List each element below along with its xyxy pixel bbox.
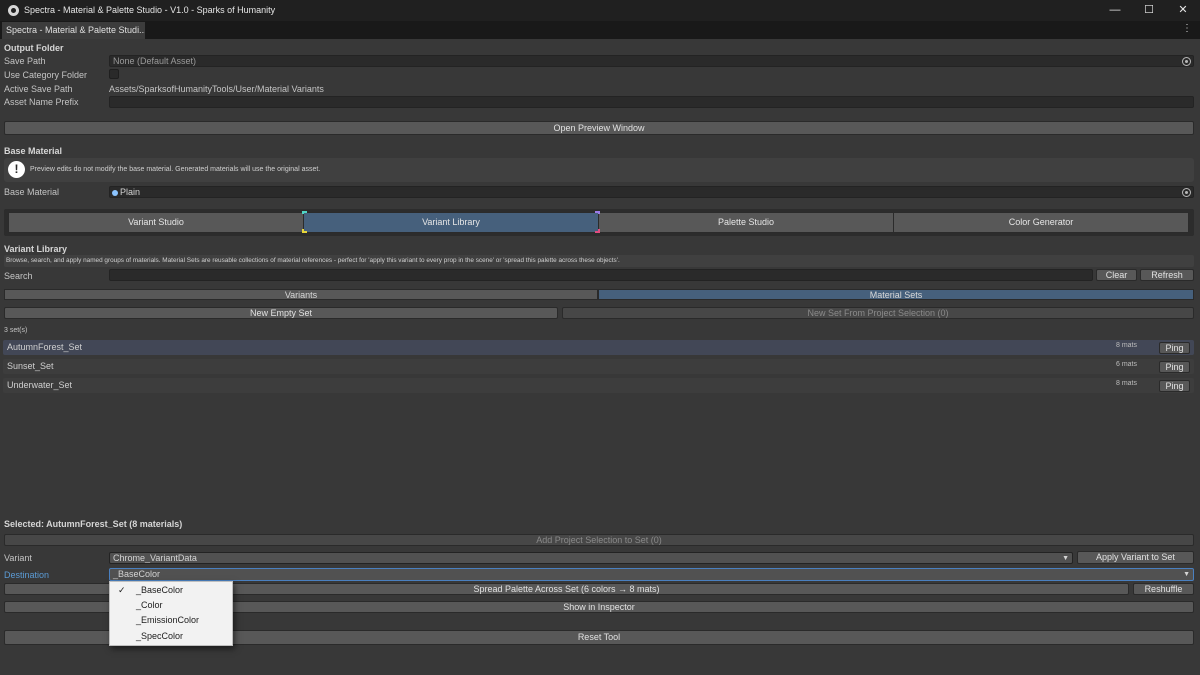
- tab-variant-library[interactable]: Variant Library: [303, 212, 599, 233]
- active-save-path-label: Active Save Path: [4, 84, 73, 94]
- option-label: _SpecColor: [136, 631, 184, 641]
- option-label: _Color: [136, 600, 163, 610]
- subtab-variants[interactable]: Variants: [4, 289, 598, 300]
- destination-value: _BaseColor: [113, 569, 161, 579]
- list-item[interactable]: Underwater_Set 8 mats Ping: [3, 378, 1194, 393]
- kebab-menu-icon[interactable]: ⋮: [1182, 23, 1192, 34]
- base-material-field[interactable]: Plain: [109, 186, 1194, 198]
- editor-tab[interactable]: Spectra - Material & Palette Studi...: [2, 22, 145, 39]
- variant-dropdown[interactable]: Chrome_VariantData ▼: [109, 552, 1073, 564]
- chevron-down-icon: ▼: [1183, 571, 1190, 578]
- subtab-material-sets[interactable]: Material Sets: [598, 289, 1194, 300]
- corner-marker: [595, 229, 600, 233]
- window-title: Spectra - Material & Palette Studio - V1…: [24, 5, 276, 15]
- destination-dropdown[interactable]: _BaseColor ▼: [109, 568, 1194, 581]
- asset-prefix-input[interactable]: [109, 96, 1194, 108]
- save-path-field[interactable]: None (Default Asset): [109, 55, 1194, 67]
- tab-variant-studio[interactable]: Variant Studio: [8, 212, 304, 233]
- object-picker-icon[interactable]: [1182, 188, 1191, 197]
- variant-label: Variant: [4, 553, 32, 563]
- search-input[interactable]: [109, 269, 1093, 281]
- set-count: 8 mats: [1115, 380, 1137, 387]
- library-description: Browse, search, and apply named groups o…: [4, 255, 1194, 267]
- tab-palette-studio[interactable]: Palette Studio: [598, 212, 894, 233]
- chevron-down-icon: ▼: [1062, 555, 1069, 562]
- info-text: Preview edits do not modify the base mat…: [30, 166, 321, 173]
- set-count: 6 mats: [1115, 361, 1137, 368]
- clear-button[interactable]: Clear: [1096, 269, 1137, 281]
- base-material-value: Plain: [120, 187, 141, 197]
- list-item[interactable]: Sunset_Set 6 mats Ping: [3, 359, 1194, 374]
- destination-label: Destination: [4, 570, 50, 580]
- dropdown-option-color[interactable]: _Color: [110, 598, 232, 613]
- variant-value: Chrome_VariantData: [113, 553, 197, 563]
- checkmark-icon: ✓: [118, 585, 126, 595]
- new-set-from-selection-button[interactable]: New Set From Project Selection (0): [562, 307, 1194, 319]
- set-name: Sunset_Set: [7, 361, 54, 371]
- refresh-button[interactable]: Refresh: [1140, 269, 1194, 281]
- set-name: AutumnForest_Set: [7, 342, 83, 352]
- save-path-label: Save Path: [4, 56, 46, 66]
- destination-dropdown-menu: ✓ _BaseColor _Color _EmissionColor _Spec…: [109, 581, 233, 646]
- selected-set-heading: Selected: AutumnForest_Set (8 materials): [4, 519, 183, 529]
- use-category-label: Use Category Folder: [4, 70, 88, 80]
- add-selection-button[interactable]: Add Project Selection to Set (0): [4, 534, 1194, 546]
- editor-tab-strip: Spectra - Material & Palette Studi... ⋮: [0, 21, 1200, 39]
- dropdown-option-speccolor[interactable]: _SpecColor: [110, 629, 232, 644]
- dropdown-option-basecolor[interactable]: ✓ _BaseColor: [110, 583, 232, 598]
- save-path-value: None (Default Asset): [113, 56, 197, 66]
- info-helpbox: ! Preview edits do not modify the base m…: [4, 158, 1194, 182]
- set-count: 8 mats: [1115, 342, 1137, 349]
- use-category-checkbox[interactable]: [109, 69, 119, 79]
- object-picker-icon[interactable]: [1182, 57, 1191, 66]
- search-label: Search: [4, 271, 33, 281]
- option-label: _EmissionColor: [136, 615, 200, 625]
- list-item[interactable]: AutumnForest_Set 8 mats Ping: [3, 340, 1194, 355]
- open-preview-button[interactable]: Open Preview Window: [4, 121, 1194, 135]
- reshuffle-button[interactable]: Reshuffle: [1133, 583, 1194, 595]
- corner-marker: [302, 229, 307, 233]
- corner-marker: [302, 211, 307, 214]
- window-title-bar: Spectra - Material & Palette Studio - V1…: [0, 0, 1200, 21]
- maximize-icon[interactable]: ☐: [1132, 0, 1166, 21]
- info-icon: !: [8, 161, 25, 178]
- set-name: Underwater_Set: [7, 380, 73, 390]
- corner-marker: [595, 211, 600, 214]
- ping-button[interactable]: Ping: [1159, 380, 1190, 392]
- base-material-label: Base Material: [4, 187, 60, 197]
- minimize-icon[interactable]: —: [1098, 0, 1132, 21]
- output-folder-heading: Output Folder: [4, 43, 64, 53]
- option-label: _BaseColor: [136, 585, 184, 595]
- dropdown-option-emissioncolor[interactable]: _EmissionColor: [110, 613, 232, 628]
- ping-button[interactable]: Ping: [1159, 361, 1190, 373]
- new-empty-set-button[interactable]: New Empty Set: [4, 307, 558, 319]
- base-material-heading: Base Material: [4, 146, 63, 156]
- asset-prefix-label: Asset Name Prefix: [4, 97, 79, 107]
- tab-color-generator[interactable]: Color Generator: [893, 212, 1189, 233]
- active-save-path-value: Assets/SparksofHumanityTools/User/Materi…: [109, 84, 324, 94]
- ping-button[interactable]: Ping: [1159, 342, 1190, 354]
- set-count-text: 3 set(s): [4, 327, 28, 334]
- apply-variant-button[interactable]: Apply Variant to Set: [1077, 551, 1194, 564]
- app-icon: [8, 5, 19, 16]
- material-sphere-icon: [112, 190, 118, 196]
- close-icon[interactable]: ✕: [1166, 0, 1200, 21]
- variant-library-heading: Variant Library: [4, 244, 68, 254]
